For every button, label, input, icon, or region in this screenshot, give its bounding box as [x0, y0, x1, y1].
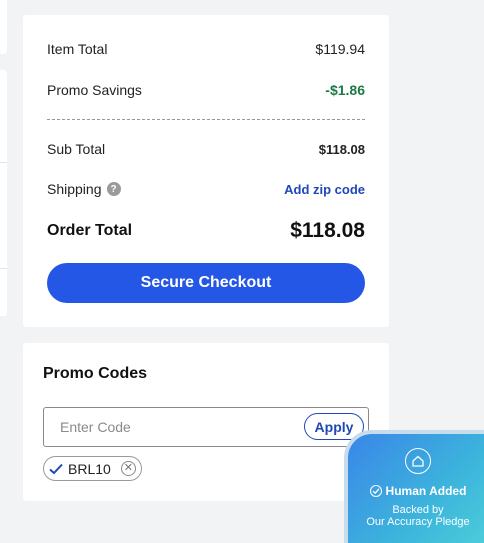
- badge-subtitle-line2: Our Accuracy Pledge: [366, 516, 470, 528]
- promo-codes-title: Promo Codes: [43, 365, 148, 382]
- promo-code-input[interactable]: [60, 408, 290, 446]
- sub-total-row: Sub Total $118.08: [47, 141, 365, 157]
- badge-subtitle-line1: Backed by: [392, 504, 444, 516]
- item-total-label: Item Total: [47, 41, 108, 57]
- left-card-divider: [0, 268, 7, 269]
- applied-promo-code: BRL10: [68, 460, 111, 477]
- shipping-row: Shipping ? Add zip code: [47, 181, 365, 197]
- promo-savings-label: Promo Savings: [47, 82, 142, 98]
- badge-title-row: Human Added: [348, 484, 484, 498]
- shipping-label: Shipping: [47, 181, 102, 197]
- sub-total-label: Sub Total: [47, 141, 106, 157]
- close-circle-icon[interactable]: ✕: [120, 461, 136, 476]
- home-icon: [405, 448, 431, 474]
- promo-savings-row: Promo Savings -$1.86: [47, 82, 365, 98]
- check-circle-icon: [369, 485, 382, 497]
- human-added-badge: Human Added Backed by Our Accuracy Pledg…: [344, 430, 484, 543]
- badge-title: Human Added: [385, 484, 467, 498]
- badge-subtitle: Backed by Our Accuracy Pledge: [348, 504, 484, 528]
- checkmark-icon: [48, 461, 64, 477]
- item-total-row: Item Total $119.94: [47, 41, 365, 57]
- order-total-value: $118.08: [290, 219, 365, 242]
- secure-checkout-button[interactable]: Secure Checkout: [47, 263, 365, 303]
- applied-promo-chip: BRL10 ✕: [43, 456, 142, 481]
- question-circle-icon[interactable]: ?: [106, 182, 121, 196]
- badge-content: Human Added Backed by Our Accuracy Pledg…: [348, 448, 484, 528]
- order-summary-card: Item Total $119.94 Promo Savings -$1.86 …: [23, 15, 389, 327]
- promo-savings-value: -$1.86: [325, 82, 365, 98]
- summary-divider: [47, 119, 365, 120]
- add-zip-code-link[interactable]: Add zip code: [284, 182, 365, 197]
- left-card-middle: [0, 70, 7, 316]
- promo-code-field: Apply: [43, 407, 369, 447]
- promo-codes-card: Promo Codes Apply BRL10 ✕: [23, 343, 389, 501]
- left-card-divider: [0, 162, 7, 163]
- item-total-value: $119.94: [315, 41, 365, 57]
- left-card-top: [0, 0, 7, 54]
- order-total-label: Order Total: [47, 222, 133, 239]
- shipping-label-group: Shipping ?: [47, 181, 121, 197]
- order-total-row: Order Total $118.08: [47, 219, 365, 243]
- sub-total-value: $118.08: [318, 141, 365, 157]
